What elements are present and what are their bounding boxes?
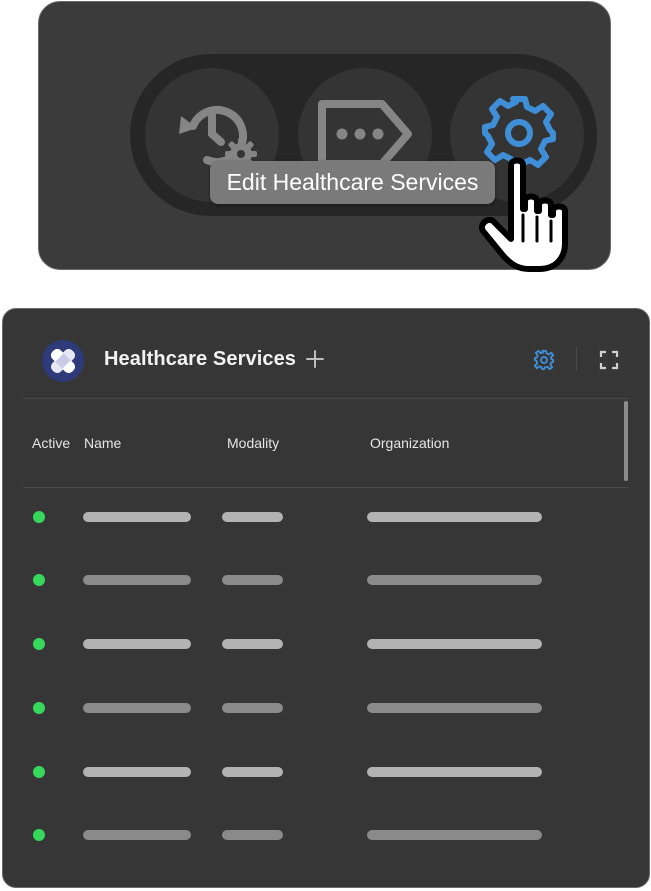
organization-placeholder [367,639,542,649]
table-row[interactable] [3,629,623,659]
table-row[interactable] [3,565,623,595]
column-header-active[interactable]: Active [32,435,70,451]
name-placeholder [83,512,191,522]
hand-pointer-icon [479,157,568,272]
header-separator [23,398,629,399]
action-toolbar-card: Edit Healthcare Services [38,1,611,272]
organization-placeholder [367,703,542,713]
active-status-dot [33,829,45,841]
name-placeholder [83,830,191,840]
header-divider [576,347,577,371]
column-header-modality[interactable]: Modality [227,435,279,451]
column-header-name[interactable]: Name [84,435,121,451]
name-placeholder [83,639,191,649]
table-row[interactable] [3,693,623,723]
active-status-dot [33,702,45,714]
expand-icon[interactable] [599,350,619,370]
modality-placeholder [222,512,283,522]
modality-placeholder [222,703,283,713]
active-status-dot [33,638,45,650]
active-status-dot [33,511,45,523]
modality-placeholder [222,639,283,649]
active-status-dot [33,574,45,586]
plus-icon[interactable] [305,349,325,369]
organization-placeholder [367,767,542,777]
scrollbar[interactable] [624,401,628,481]
organization-placeholder [367,830,542,840]
organization-placeholder [367,575,542,585]
tooltip-edit-healthcare-services: Edit Healthcare Services [210,161,495,204]
name-placeholder [83,575,191,585]
active-status-dot [33,766,45,778]
column-header-organization[interactable]: Organization [370,435,449,451]
table-header-separator [23,487,629,488]
name-placeholder [83,703,191,713]
panel-title: Healthcare Services [104,348,297,370]
organization-placeholder [367,512,542,522]
gear-icon[interactable] [533,349,555,371]
bandage-icon [50,348,76,374]
healthcare-services-panel: Healthcare Services Active Name Modality… [2,308,650,888]
table-row[interactable] [3,820,623,850]
modality-placeholder [222,575,283,585]
modality-placeholder [222,767,283,777]
healthcare-services-logo [42,340,84,382]
table-row[interactable] [3,502,623,532]
table-row[interactable] [3,757,623,787]
modality-placeholder [222,830,283,840]
name-placeholder [83,767,191,777]
